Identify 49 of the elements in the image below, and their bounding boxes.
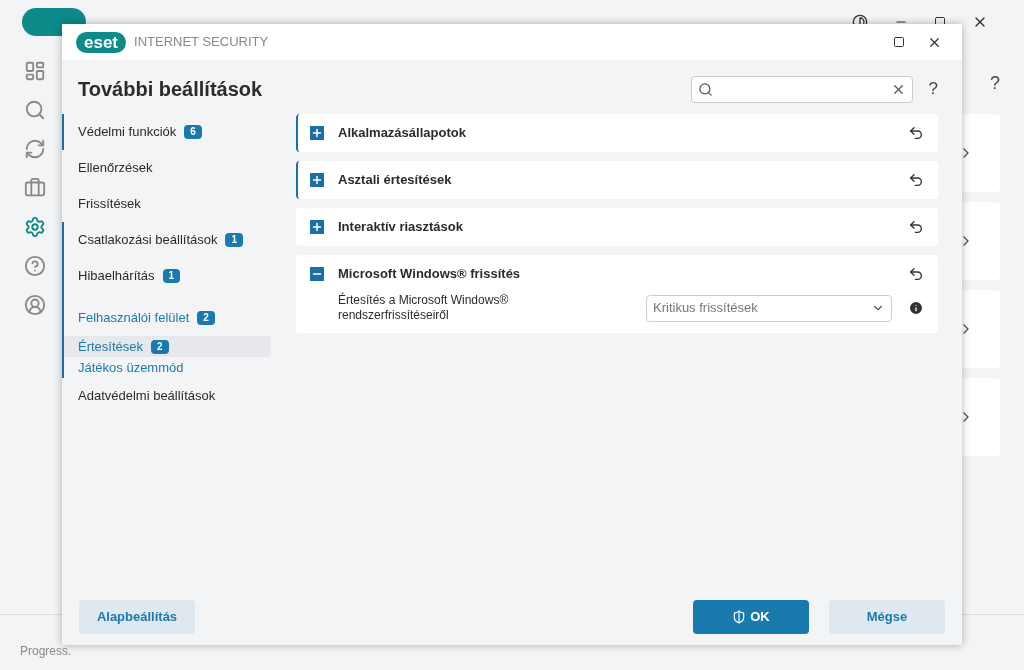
undo-icon[interactable] — [908, 219, 924, 235]
info-icon[interactable] — [908, 300, 924, 316]
dropdown[interactable]: Kritikus frissítések — [646, 294, 892, 322]
maximize-icon[interactable] — [893, 36, 905, 48]
search-field[interactable] — [690, 75, 913, 103]
nav-item[interactable]: Hibaelhárítás 1 — [64, 258, 280, 294]
product-name: INTERNET SECURITY — [134, 33, 269, 52]
dialog-title: További beállítások — [78, 77, 263, 102]
nav-item[interactable]: Frissítések — [64, 186, 280, 222]
nav-subitem[interactable]: Játékos üzemmód — [64, 357, 280, 378]
eset-logo: eset — [76, 31, 127, 53]
nav-item[interactable]: Ellenőrzések — [64, 150, 280, 186]
count-badge: 6 — [184, 125, 202, 139]
ok-button[interactable]: OK — [693, 600, 809, 634]
nav-item[interactable]: Adatvédelmi beállítások — [64, 378, 280, 414]
section-title[interactable]: Interaktív riasztások — [338, 217, 908, 237]
nav-subitem[interactable]: Értesítések 2 — [64, 336, 271, 357]
expand-icon[interactable] — [310, 220, 324, 234]
count-badge: 2 — [151, 339, 169, 354]
undo-icon[interactable] — [908, 125, 924, 141]
search-icon — [697, 81, 713, 97]
expand-icon[interactable] — [310, 173, 324, 187]
section-title[interactable]: Asztali értesítések — [338, 170, 908, 190]
nav-item[interactable]: Csatlakozási beállítások 1 — [64, 222, 280, 258]
count-badge: 1 — [162, 269, 181, 283]
user-icon[interactable] — [24, 294, 46, 316]
section-title[interactable]: Microsoft Windows® frissítés — [338, 264, 908, 284]
expand-icon[interactable] — [310, 126, 324, 140]
search-icon[interactable] — [24, 99, 46, 121]
status-text: Progress. — [20, 642, 72, 660]
help-icon[interactable] — [24, 255, 46, 277]
briefcase-icon[interactable] — [24, 177, 46, 199]
help-icon[interactable]: ? — [928, 76, 938, 102]
undo-icon[interactable] — [908, 172, 924, 188]
dialog-button[interactable]: Mégse — [829, 600, 945, 634]
count-badge: 1 — [225, 233, 244, 247]
section-title[interactable]: Alkalmazásállapotok — [338, 123, 908, 143]
nav-item[interactable]: Felhasználói felület 2 — [64, 300, 280, 336]
count-badge: 2 — [197, 311, 215, 325]
setting-label: Értesítés a Microsoft Windows® rendszerfrissítéseiről — [338, 293, 510, 323]
dashboard-icon[interactable] — [24, 60, 46, 82]
nav-item[interactable]: Védelmi funkciók 6 — [64, 114, 280, 150]
refresh-icon[interactable] — [24, 138, 46, 160]
settings-icon[interactable] — [24, 216, 46, 238]
help-icon[interactable]: ? — [990, 70, 1000, 97]
undo-icon[interactable] — [908, 266, 924, 282]
collapse-icon[interactable] — [310, 267, 324, 281]
shield-icon — [732, 610, 747, 624]
dialog-button[interactable]: Alapbeállítás — [79, 600, 195, 634]
